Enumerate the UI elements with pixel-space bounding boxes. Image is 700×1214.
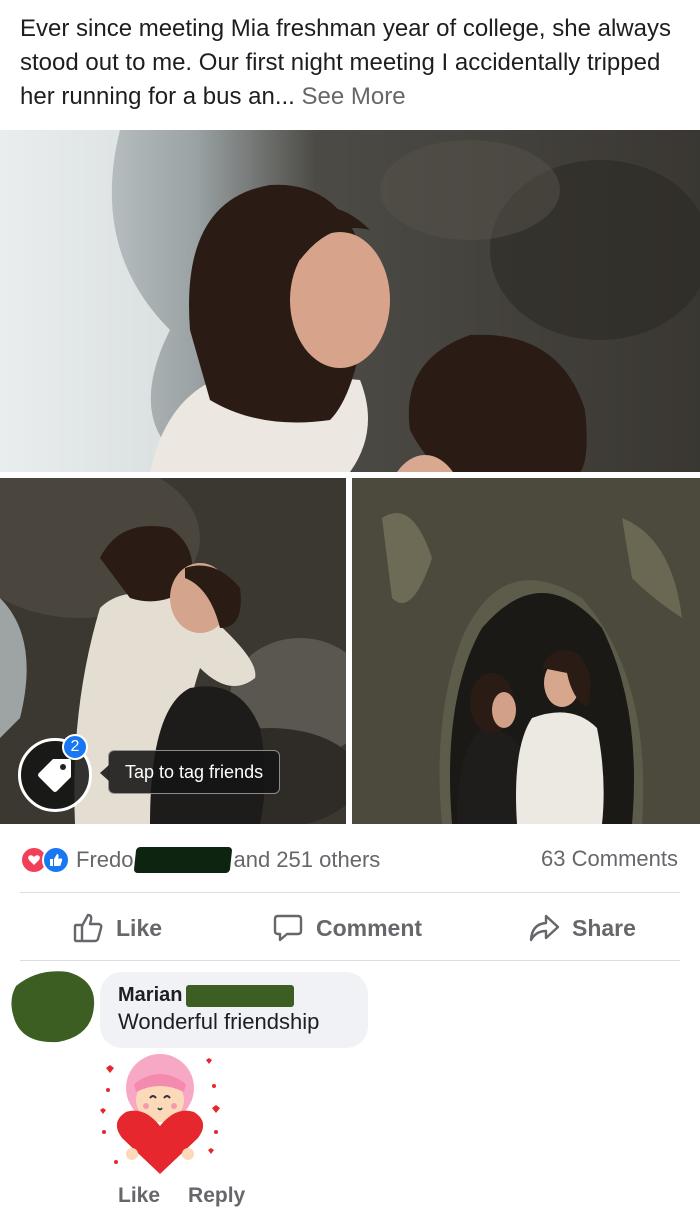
comment-reply-link[interactable]: Reply <box>188 1184 245 1208</box>
comment-actions: Like Reply <box>118 1184 245 1208</box>
tag-friends-tooltip[interactable]: Tap to tag friends <box>99 750 281 794</box>
divider <box>20 892 680 893</box>
share-arrow-icon <box>529 914 560 942</box>
post-text: Ever since meeting Mia freshman year of … <box>20 12 680 114</box>
thumbs-up-icon <box>73 913 103 943</box>
comment-text: Wonderful friendship <box>118 1009 320 1034</box>
share-label: Share <box>572 914 636 941</box>
post-photo-cave[interactable] <box>352 478 700 824</box>
divider <box>20 960 680 961</box>
tag-icon <box>38 759 71 792</box>
like-button[interactable]: Like <box>72 906 162 950</box>
like-label: Like <box>116 914 163 941</box>
share-button[interactable]: Share <box>528 906 636 950</box>
tag-count-badge: 2 <box>62 734 88 760</box>
redaction-mark <box>186 984 295 1007</box>
post-photo-main[interactable] <box>0 130 700 472</box>
heart-hug-sticker <box>96 1050 226 1180</box>
comment-bubble-icon <box>273 914 303 942</box>
reaction-name: Fredo <box>76 847 134 872</box>
avatar[interactable] <box>8 966 98 1044</box>
redaction-mark <box>134 847 233 873</box>
comments-count-link[interactable]: 63 Comments <box>541 846 678 872</box>
comment-bubble: Marian Wonderful friendship <box>100 972 368 1048</box>
comment-button[interactable]: Comment <box>272 906 422 950</box>
comment-like-link[interactable]: Like <box>118 1184 160 1208</box>
comment-label: Comment <box>316 914 423 941</box>
reactions-summary[interactable]: Fredo and 251 others <box>20 844 380 876</box>
comment-author[interactable]: Marian <box>118 984 182 1007</box>
like-reaction-icon <box>42 846 70 874</box>
reaction-others: and 251 others <box>233 847 381 872</box>
see-more-link[interactable]: See More <box>302 83 406 110</box>
